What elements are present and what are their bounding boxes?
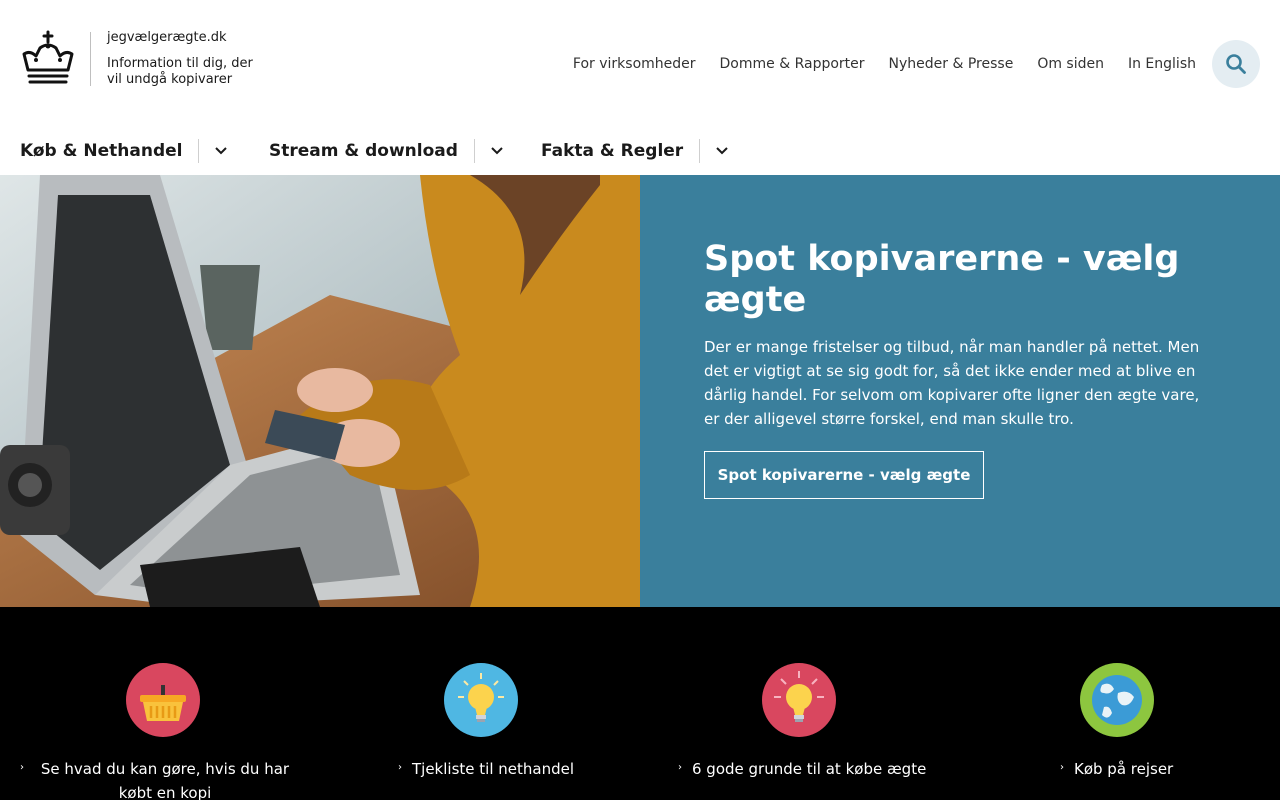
hero-photo-illustration bbox=[0, 175, 640, 607]
hero-section: Spot kopivarerne - vælg ægte Der er mang… bbox=[0, 175, 1280, 607]
chevron-down-icon[interactable] bbox=[199, 138, 243, 164]
basket-icon[interactable] bbox=[126, 663, 200, 737]
chevron-right-icon: › bbox=[20, 762, 24, 773]
quick-link-kopi[interactable]: › Se hvad du kan gøre, hvis du har købt … bbox=[20, 757, 300, 800]
hero-image bbox=[0, 175, 640, 607]
quick-link-card-grunde[interactable]: › 6 gode grunde til at købe ægte bbox=[636, 607, 956, 800]
main-navigation: Køb & Nethandel Stream & download Fakta … bbox=[0, 128, 1280, 175]
hero-cta-button[interactable]: Spot kopivarerne - vælg ægte bbox=[704, 451, 984, 499]
lightbulb-icon[interactable] bbox=[762, 663, 836, 737]
mainnav-item-stream-download[interactable]: Stream & download bbox=[269, 138, 519, 164]
topnav-link-domme-rapporter[interactable]: Domme & Rapporter bbox=[720, 54, 865, 74]
top-navigation: For virksomheder Domme & Rapporter Nyhed… bbox=[573, 54, 1196, 74]
mainnav-item-kob-nethandel[interactable]: Køb & Nethandel bbox=[20, 138, 243, 164]
quick-link-label[interactable]: Tjekliste til nethandel bbox=[412, 757, 574, 781]
hero-text: Der er mange fristelser og tilbud, når m… bbox=[704, 338, 1200, 428]
quick-link-card-tjekliste[interactable]: › Tjekliste til nethandel bbox=[318, 607, 638, 800]
mainnav-label[interactable]: Stream & download bbox=[269, 141, 458, 161]
chevron-down-icon[interactable] bbox=[475, 138, 519, 164]
lightbulb-icon[interactable] bbox=[444, 663, 518, 737]
site-logo[interactable]: jegvælgerægte.dk Information til dig, de… bbox=[20, 30, 267, 88]
chevron-right-icon: › bbox=[1060, 762, 1064, 773]
quick-link-label[interactable]: Se hvad du kan gøre, hvis du har købt en… bbox=[34, 757, 296, 800]
quick-link-grunde[interactable]: › 6 gode grunde til at købe ægte bbox=[678, 757, 926, 781]
quick-link-tjekliste[interactable]: › Tjekliste til nethandel bbox=[398, 757, 574, 781]
crown-icon bbox=[22, 30, 74, 84]
mainnav-item-fakta-regler[interactable]: Fakta & Regler bbox=[541, 138, 744, 164]
chevron-down-icon[interactable] bbox=[700, 138, 744, 164]
globe-icon[interactable] bbox=[1080, 663, 1154, 737]
topnav-link-in-english[interactable]: In English bbox=[1128, 54, 1196, 74]
quick-link-rejser[interactable]: › Køb på rejser bbox=[1060, 757, 1173, 781]
quick-link-label[interactable]: Køb på rejser bbox=[1074, 757, 1173, 781]
search-icon bbox=[1226, 54, 1246, 74]
hero-title: Spot kopivarerne - vælg ægte bbox=[704, 239, 1180, 320]
topnav-link-nyheder-presse[interactable]: Nyheder & Presse bbox=[889, 54, 1014, 74]
logo-text: jegvælgerægte.dk Information til dig, de… bbox=[107, 30, 267, 88]
quick-link-label[interactable]: 6 gode grunde til at købe ægte bbox=[692, 757, 926, 781]
search-button[interactable] bbox=[1212, 40, 1260, 88]
chevron-right-icon: › bbox=[678, 762, 682, 773]
topnav-link-om-siden[interactable]: Om siden bbox=[1037, 54, 1104, 74]
logo-divider bbox=[90, 32, 91, 86]
site-domain: jegvælgerægte.dk bbox=[107, 30, 227, 45]
site-tagline: Information til dig, der vil undgå kopiv… bbox=[107, 56, 253, 87]
site-header: jegvælgerægte.dk Information til dig, de… bbox=[0, 0, 1280, 128]
quick-links-strip: › Se hvad du kan gøre, hvis du har købt … bbox=[0, 607, 1280, 800]
hero-panel: Spot kopivarerne - vælg ægte Der er mang… bbox=[640, 175, 1280, 607]
quick-link-card-rejser[interactable]: › Køb på rejser bbox=[954, 607, 1274, 800]
mainnav-label[interactable]: Fakta & Regler bbox=[541, 141, 683, 161]
topnav-link-for-virksomheder[interactable]: For virksomheder bbox=[573, 54, 696, 74]
mainnav-label[interactable]: Køb & Nethandel bbox=[20, 141, 182, 161]
chevron-right-icon: › bbox=[398, 762, 402, 773]
quick-link-card-kopi[interactable]: › Se hvad du kan gøre, hvis du har købt … bbox=[0, 607, 320, 800]
